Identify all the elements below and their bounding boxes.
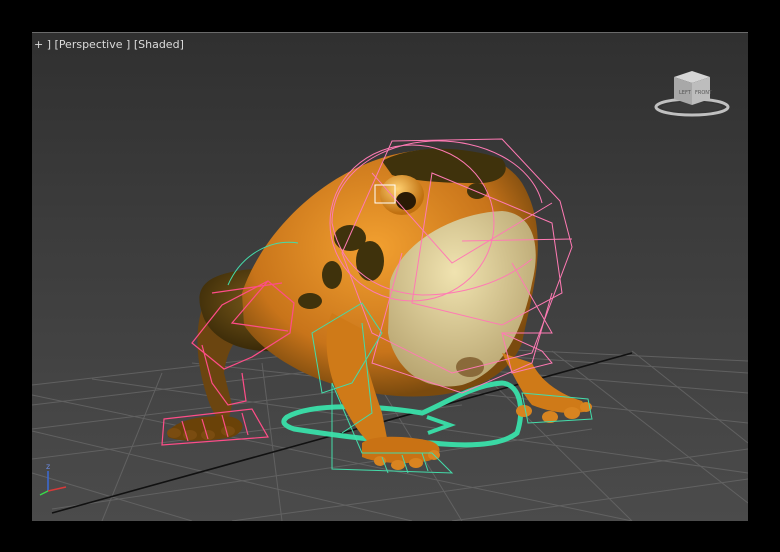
viewcube-front-face[interactable]: FRONT [695, 90, 713, 96]
frog-front-foot-left [362, 436, 440, 464]
viewcube-icon[interactable]: LEFT FRONT [652, 63, 736, 119]
scene-canvas[interactable] [32, 33, 748, 521]
viewcube-left-face[interactable]: LEFT [679, 90, 692, 96]
frog-front-leg-right [502, 353, 588, 413]
cog-control-arrow [426, 415, 456, 435]
perspective-viewport[interactable]: + ] [Perspective ] [Shaded] LEFT FRONT z [32, 32, 748, 521]
axis-z-label: z [46, 462, 50, 471]
frog-pupil [396, 192, 416, 210]
axis-gizmo-icon: z [39, 462, 67, 496]
frog-hidden-hand [456, 357, 484, 377]
